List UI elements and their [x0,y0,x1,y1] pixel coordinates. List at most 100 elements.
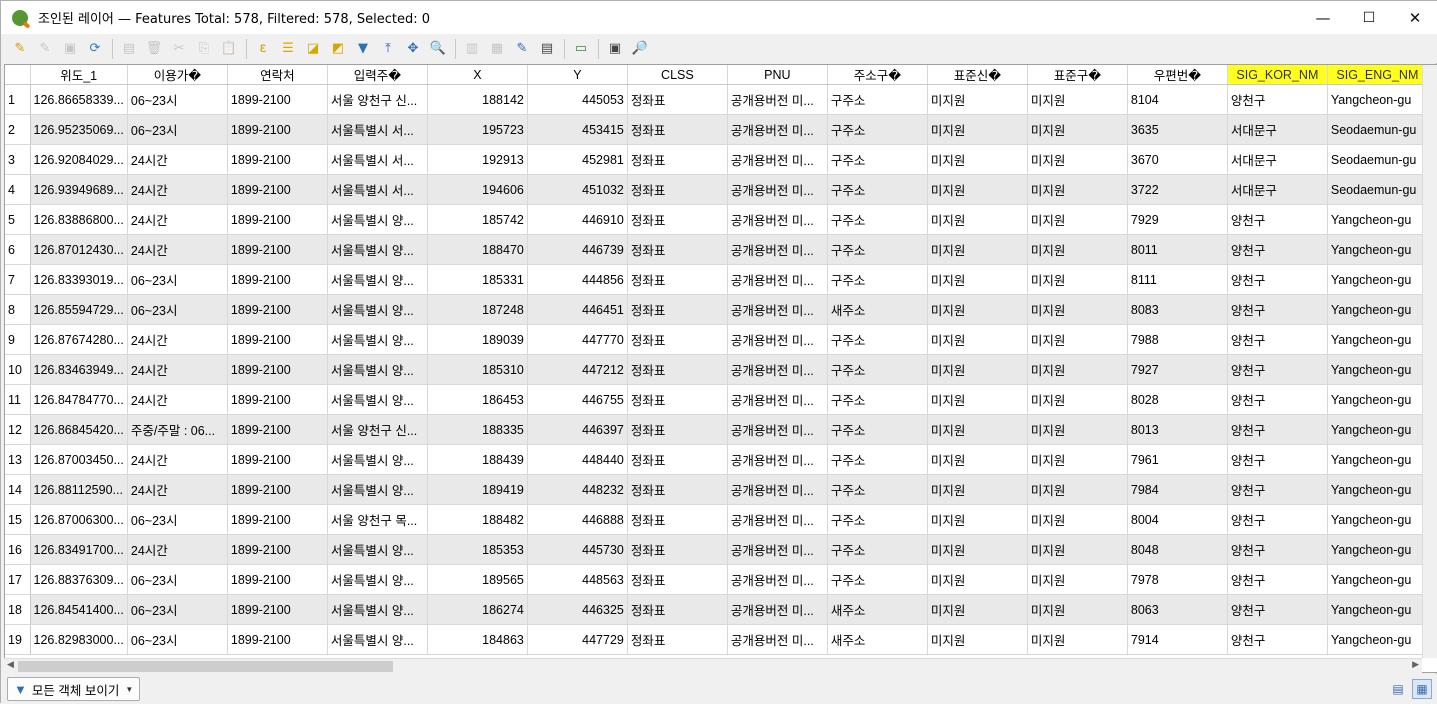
table-cell[interactable]: 446888 [527,504,628,535]
table-cell[interactable]: 미지원 [1027,474,1128,505]
table-cell[interactable]: 새주소 [827,294,928,325]
table-cell[interactable]: 1899-2100 [227,144,328,175]
table-cell[interactable]: 126.86658339... [30,84,128,115]
column-header[interactable]: 우편번� [1127,65,1228,85]
table-cell[interactable]: Seodaemun-gu [1327,114,1428,145]
column-header[interactable]: SIG_ENG_NM [1327,65,1428,85]
table-cell[interactable]: 1899-2100 [227,564,328,595]
table-cell[interactable]: 24시간 [127,144,228,175]
table-cell[interactable]: 서울특별시 양... [327,624,428,655]
table-cell[interactable]: 미지원 [1027,294,1128,325]
add-feature-icon[interactable]: ▤ [118,38,140,60]
table-cell[interactable]: 공개용버전 미... [727,264,828,295]
table-cell[interactable]: Yangcheon-gu [1327,504,1428,535]
table-cell[interactable]: 446397 [527,414,628,445]
table-cell[interactable]: 187248 [427,294,528,325]
new-field-icon[interactable]: ▥ [461,38,483,60]
table-cell[interactable]: 1899-2100 [227,414,328,445]
table-cell[interactable]: 미지원 [927,414,1028,445]
table-cell[interactable]: 미지원 [1027,324,1128,355]
scroll-left-icon[interactable]: ◀ [7,660,14,670]
table-cell[interactable]: 7929 [1127,204,1228,235]
table-cell[interactable]: Yangcheon-gu [1327,534,1428,565]
table-cell[interactable]: 미지원 [1027,264,1128,295]
table-cell[interactable]: 구주소 [827,384,928,415]
toggle-multi-edit-icon[interactable]: ✎ [34,38,56,60]
table-row[interactable]: 19 126.82983000... 06~23시 1899-2100 서울특별시 양.… [5,624,1428,655]
table-cell[interactable]: 126.92084029... [30,144,128,175]
table-cell[interactable]: 126.85594729... [30,294,128,325]
row-number[interactable]: 19 [5,624,31,655]
table-cell[interactable]: 공개용버전 미... [727,624,828,655]
table-row[interactable]: 15 126.87006300... 06~23시 1899-2100 서울 양천구 목… [5,504,1428,535]
cut-icon[interactable]: ✂ [168,38,190,60]
table-cell[interactable]: 공개용버전 미... [727,144,828,175]
table-cell[interactable]: 7984 [1127,474,1228,505]
table-cell[interactable]: 8004 [1127,504,1228,535]
table-cell[interactable]: 1899-2100 [227,444,328,475]
table-cell[interactable]: 126.83393019... [30,264,128,295]
field-calculator-icon[interactable]: ✎ [511,38,533,60]
dock-table-icon[interactable]: ▭ [570,38,592,60]
table-cell[interactable]: 06~23시 [127,624,228,655]
table-cell[interactable]: 24시간 [127,354,228,385]
table-cell[interactable]: 24시간 [127,234,228,265]
table-cell[interactable]: 8083 [1127,294,1228,325]
column-header[interactable]: 표준신� [927,65,1028,85]
table-cell[interactable]: 구주소 [827,444,928,475]
table-cell[interactable]: 미지원 [1027,504,1128,535]
table-cell[interactable]: 미지원 [1027,114,1128,145]
table-cell[interactable]: 서울 양천구 목... [327,504,428,535]
row-number[interactable]: 11 [5,384,31,415]
column-header[interactable]: SIG_KOR_NM [1227,65,1328,85]
show-all-features-button[interactable]: ▼ 모든 객체 보이기 ▼ [7,677,141,701]
table-cell[interactable]: 공개용버전 미... [727,474,828,505]
table-cell[interactable]: 구주소 [827,264,928,295]
table-cell[interactable]: 24시간 [127,204,228,235]
table-cell[interactable]: 7927 [1127,354,1228,385]
table-cell[interactable]: 구주소 [827,354,928,385]
table-cell[interactable]: 공개용버전 미... [727,324,828,355]
table-cell[interactable]: 정좌표 [627,174,728,205]
table-cell[interactable]: 24시간 [127,444,228,475]
deselect-all-icon[interactable]: ◩ [327,38,349,60]
table-cell[interactable]: 서울특별시 양... [327,354,428,385]
table-cell[interactable]: 188335 [427,414,528,445]
table-cell[interactable]: 공개용버전 미... [727,354,828,385]
row-number[interactable]: 7 [5,264,31,295]
table-cell[interactable]: 미지원 [1027,354,1128,385]
row-number[interactable]: 4 [5,174,31,205]
table-cell[interactable]: 양천구 [1227,504,1328,535]
table-cell[interactable]: 공개용버전 미... [727,234,828,265]
identify-icon[interactable]: 🔎 [629,38,651,60]
table-cell[interactable]: 서대문구 [1227,144,1328,175]
table-row[interactable]: 16 126.83491700... 24시간 1899-2100 서울특별시 양...… [5,534,1428,565]
table-cell[interactable]: 미지원 [927,114,1028,145]
column-header[interactable]: X [427,65,528,85]
table-cell[interactable]: 미지원 [1027,234,1128,265]
table-cell[interactable]: 정좌표 [627,114,728,145]
table-cell[interactable]: 453415 [527,114,628,145]
table-cell[interactable]: 24시간 [127,534,228,565]
table-cell[interactable]: 정좌표 [627,264,728,295]
table-cell[interactable]: 서울 양천구 신... [327,414,428,445]
table-cell[interactable]: 1899-2100 [227,624,328,655]
table-cell[interactable]: 서울특별시 서... [327,144,428,175]
copy-icon[interactable]: ⎘ [193,38,215,60]
table-cell[interactable]: 구주소 [827,204,928,235]
table-cell[interactable]: 1899-2100 [227,474,328,505]
table-cell[interactable]: Yangcheon-gu [1327,294,1428,325]
table-cell[interactable]: 1899-2100 [227,384,328,415]
table-cell[interactable]: 공개용버전 미... [727,84,828,115]
table-cell[interactable]: 8048 [1127,534,1228,565]
table-cell[interactable]: 미지원 [1027,564,1128,595]
table-cell[interactable]: 448232 [527,474,628,505]
column-header[interactable]: 주소구� [827,65,928,85]
table-cell[interactable]: 126.87012430... [30,234,128,265]
table-cell[interactable]: 미지원 [927,474,1028,505]
table-cell[interactable]: 126.86845420... [30,414,128,445]
table-cell[interactable]: 1899-2100 [227,594,328,625]
table-cell[interactable]: 188482 [427,504,528,535]
table-cell[interactable]: 양천구 [1227,264,1328,295]
table-cell[interactable]: 서울특별시 양... [327,594,428,625]
